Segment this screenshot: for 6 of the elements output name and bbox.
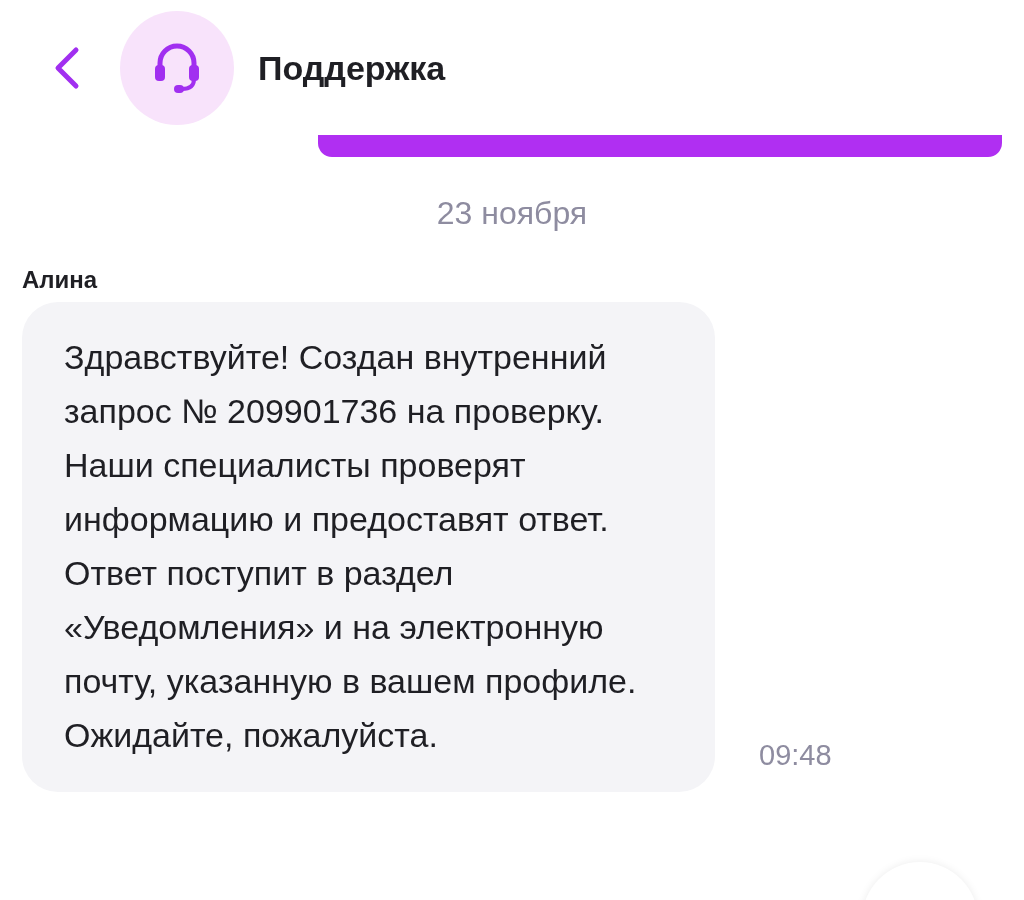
date-separator: 23 ноября	[435, 195, 589, 232]
sender-name: Алина	[22, 266, 99, 294]
headset-icon	[152, 41, 202, 95]
message-text: Здравствуйте! Создан внутренний запрос № 209901736 на проверку. Наши специалисты проверят информацию и предоставят ответ. Ответ поступит в раздел «Уведомления» и на электронную почту, указанную в вашем профиле. Ожидайте, пожалуйста.	[22, 302, 715, 792]
chat-title: Поддержка	[258, 48, 446, 88]
message-time: 09:48	[759, 739, 832, 772]
